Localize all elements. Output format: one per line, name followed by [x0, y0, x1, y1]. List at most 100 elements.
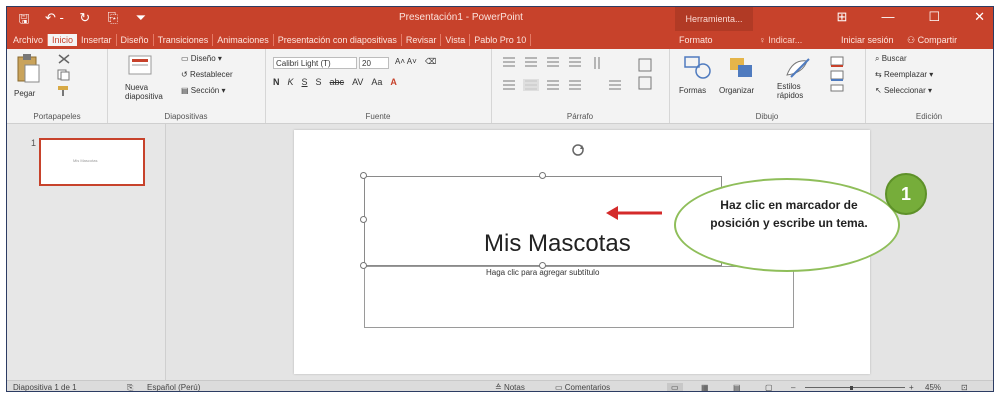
start-presentation-icon[interactable]: ⎘	[106, 10, 120, 32]
slide-title-text[interactable]: Mis Mascotas	[484, 230, 631, 258]
slides-group: Nueva diapositiva ▭ Diseño ▾ ↺ Restablec…	[107, 49, 266, 123]
char-spacing-button[interactable]: AV	[352, 77, 363, 87]
share-label: Compartir	[917, 35, 958, 45]
replace-button[interactable]: ⇆ Reemplazar ▾	[875, 70, 933, 79]
resize-handle[interactable]	[360, 262, 367, 269]
resize-handle[interactable]	[360, 216, 367, 223]
paste-label[interactable]: Pegar	[14, 89, 35, 98]
step-number-badge: 1	[885, 173, 927, 215]
font-grow-shrink[interactable]: A˄ A˅	[395, 57, 417, 66]
new-slide-label[interactable]: Nueva diapositiva	[125, 83, 165, 101]
comments-button[interactable]: ▭ Comentarios	[555, 383, 610, 392]
shapes-icon[interactable]	[683, 55, 713, 81]
rotate-handle-icon[interactable]	[571, 143, 587, 159]
reset-button[interactable]: ↺ Restablecer	[181, 70, 233, 79]
arrange-icon[interactable]	[727, 55, 757, 81]
sign-in-link[interactable]: Iniciar sesión	[841, 35, 894, 45]
reading-view-icon[interactable]: ▤	[733, 383, 741, 391]
select-button[interactable]: ↖ Seleccionar ▾	[875, 86, 932, 95]
subtitle-placeholder-text[interactable]: Haga clic para agregar subtítulo	[486, 268, 599, 277]
tab-vista[interactable]: Vista	[441, 34, 471, 46]
editing-group-label: Edición	[915, 112, 943, 121]
section-button[interactable]: ▤ Sección ▾	[181, 86, 226, 95]
zoom-slider[interactable]	[805, 386, 905, 390]
new-slide-icon[interactable]	[127, 53, 155, 79]
powerpoint-window: 🖫 ↶ - ↻ ⎘ ⏷ Presentación1 - PowerPoint H…	[6, 6, 994, 392]
instruction-callout: Haz clic en marcador de posición y escri…	[674, 178, 900, 272]
paste-icon[interactable]	[15, 53, 41, 85]
normal-view-icon[interactable]: ▭	[667, 383, 683, 391]
shapes-label[interactable]: Formas	[679, 86, 706, 95]
ribbon-tabs-row: Archivo Inicio Insertar Diseño Transicio…	[7, 31, 993, 49]
notes-button[interactable]: ≙ Notas	[495, 383, 525, 391]
strikethrough-button[interactable]: abc	[330, 77, 345, 87]
tab-formato[interactable]: Formato	[679, 35, 713, 45]
clipboard-group-label: Portapapeles	[33, 112, 81, 121]
paragraph-group-label: Párrafo	[566, 112, 594, 121]
copy-icon[interactable]	[57, 69, 71, 81]
status-bar: Diapositiva 1 de 1 ⎘ Español (Perú) ≙ No…	[7, 380, 993, 392]
quick-access-toolbar: 🖫 ↶ - ↻ ⎘ ⏷	[17, 10, 148, 32]
font-group-label: Fuente	[365, 112, 391, 121]
font-color-button[interactable]: A	[390, 77, 397, 87]
shadow-button[interactable]: S	[316, 77, 322, 87]
close-button[interactable]: ✕	[974, 9, 985, 25]
paragraph-tools-icon[interactable]	[499, 55, 659, 95]
format-buttons: N K S S abc AV Aa A	[273, 77, 397, 87]
language-indicator[interactable]: Español (Perú)	[147, 383, 200, 391]
fit-to-window-icon[interactable]: ⊡	[961, 383, 968, 391]
resize-handle[interactable]	[360, 172, 367, 179]
thumbnail-title: Mis Mascotas	[73, 158, 98, 163]
italic-button[interactable]: K	[288, 77, 294, 87]
find-button[interactable]: ⌕ Buscar	[875, 54, 907, 64]
slide-sorter-icon[interactable]: ▦	[701, 383, 709, 391]
minimize-button[interactable]: —	[881, 9, 894, 25]
zoom-in-button[interactable]: +	[909, 383, 914, 391]
shape-fill-outline-icons[interactable]	[829, 55, 853, 93]
tab-diseno[interactable]: Diseño	[117, 34, 154, 46]
reset-label: Restablecer	[189, 70, 233, 79]
drawing-group: Formas Organizar Estilos rápidos Dibujo	[669, 49, 866, 123]
save-icon[interactable]: 🖫	[17, 10, 31, 32]
redo-icon[interactable]: ↻	[78, 10, 92, 32]
resize-handle[interactable]	[539, 172, 546, 179]
window-controls: ⊞ — ☐ ✕	[837, 9, 985, 25]
bold-button[interactable]: N	[273, 77, 280, 87]
font-size-select[interactable]: 20	[359, 57, 389, 69]
thumbnail-number: 1	[31, 138, 37, 148]
share-button[interactable]: ⚇ Compartir	[907, 35, 957, 46]
ribbon-display-icon[interactable]: ⊞	[837, 9, 848, 25]
tab-animaciones[interactable]: Animaciones	[213, 34, 274, 46]
customize-qat-icon[interactable]: ⏷	[134, 10, 148, 32]
spellcheck-icon[interactable]: ⎘	[127, 383, 133, 391]
quick-styles-label[interactable]: Estilos rápidos	[777, 82, 815, 100]
comment-icon: ▭	[555, 383, 565, 392]
tab-pablo-pro[interactable]: Pablo Pro 10	[470, 34, 532, 46]
zoom-level[interactable]: 45%	[925, 383, 941, 391]
undo-icon[interactable]: ↶ -	[45, 10, 64, 32]
cut-icon[interactable]	[57, 53, 71, 65]
layout-button[interactable]: ▭ Diseño ▾	[181, 54, 222, 63]
slides-group-label: Diapositivas	[164, 112, 208, 121]
tab-archivo[interactable]: Archivo	[9, 34, 49, 46]
tab-inicio[interactable]: Inicio	[48, 34, 78, 46]
tab-transiciones[interactable]: Transiciones	[154, 34, 214, 46]
zoom-out-button[interactable]: –	[791, 383, 795, 391]
quick-styles-icon[interactable]	[783, 55, 813, 81]
change-case-button[interactable]: Aa	[371, 77, 382, 87]
maximize-button[interactable]: ☐	[928, 9, 940, 25]
tell-me-search[interactable]: ♀ Indicar...	[759, 35, 802, 45]
arrange-label[interactable]: Organizar	[719, 86, 754, 95]
paragraph-group: Párrafo	[491, 49, 670, 123]
slideshow-icon[interactable]: ▢	[765, 383, 773, 391]
share-icon: ⚇	[907, 35, 918, 45]
tab-presentacion[interactable]: Presentación con diapositivas	[274, 34, 402, 46]
ribbon: Pegar Portapapeles Nueva diapositiva ▭ D…	[7, 49, 993, 124]
slide-thumbnail[interactable]: Mis Mascotas	[39, 138, 145, 186]
format-painter-icon[interactable]	[57, 85, 71, 97]
clear-format-icon[interactable]: ⌫	[425, 57, 436, 66]
font-name-select[interactable]: Calibri Light (T)	[273, 57, 357, 69]
tab-insertar[interactable]: Insertar	[77, 34, 117, 46]
tab-revisar[interactable]: Revisar	[402, 34, 442, 46]
underline-button[interactable]: S	[302, 77, 308, 87]
